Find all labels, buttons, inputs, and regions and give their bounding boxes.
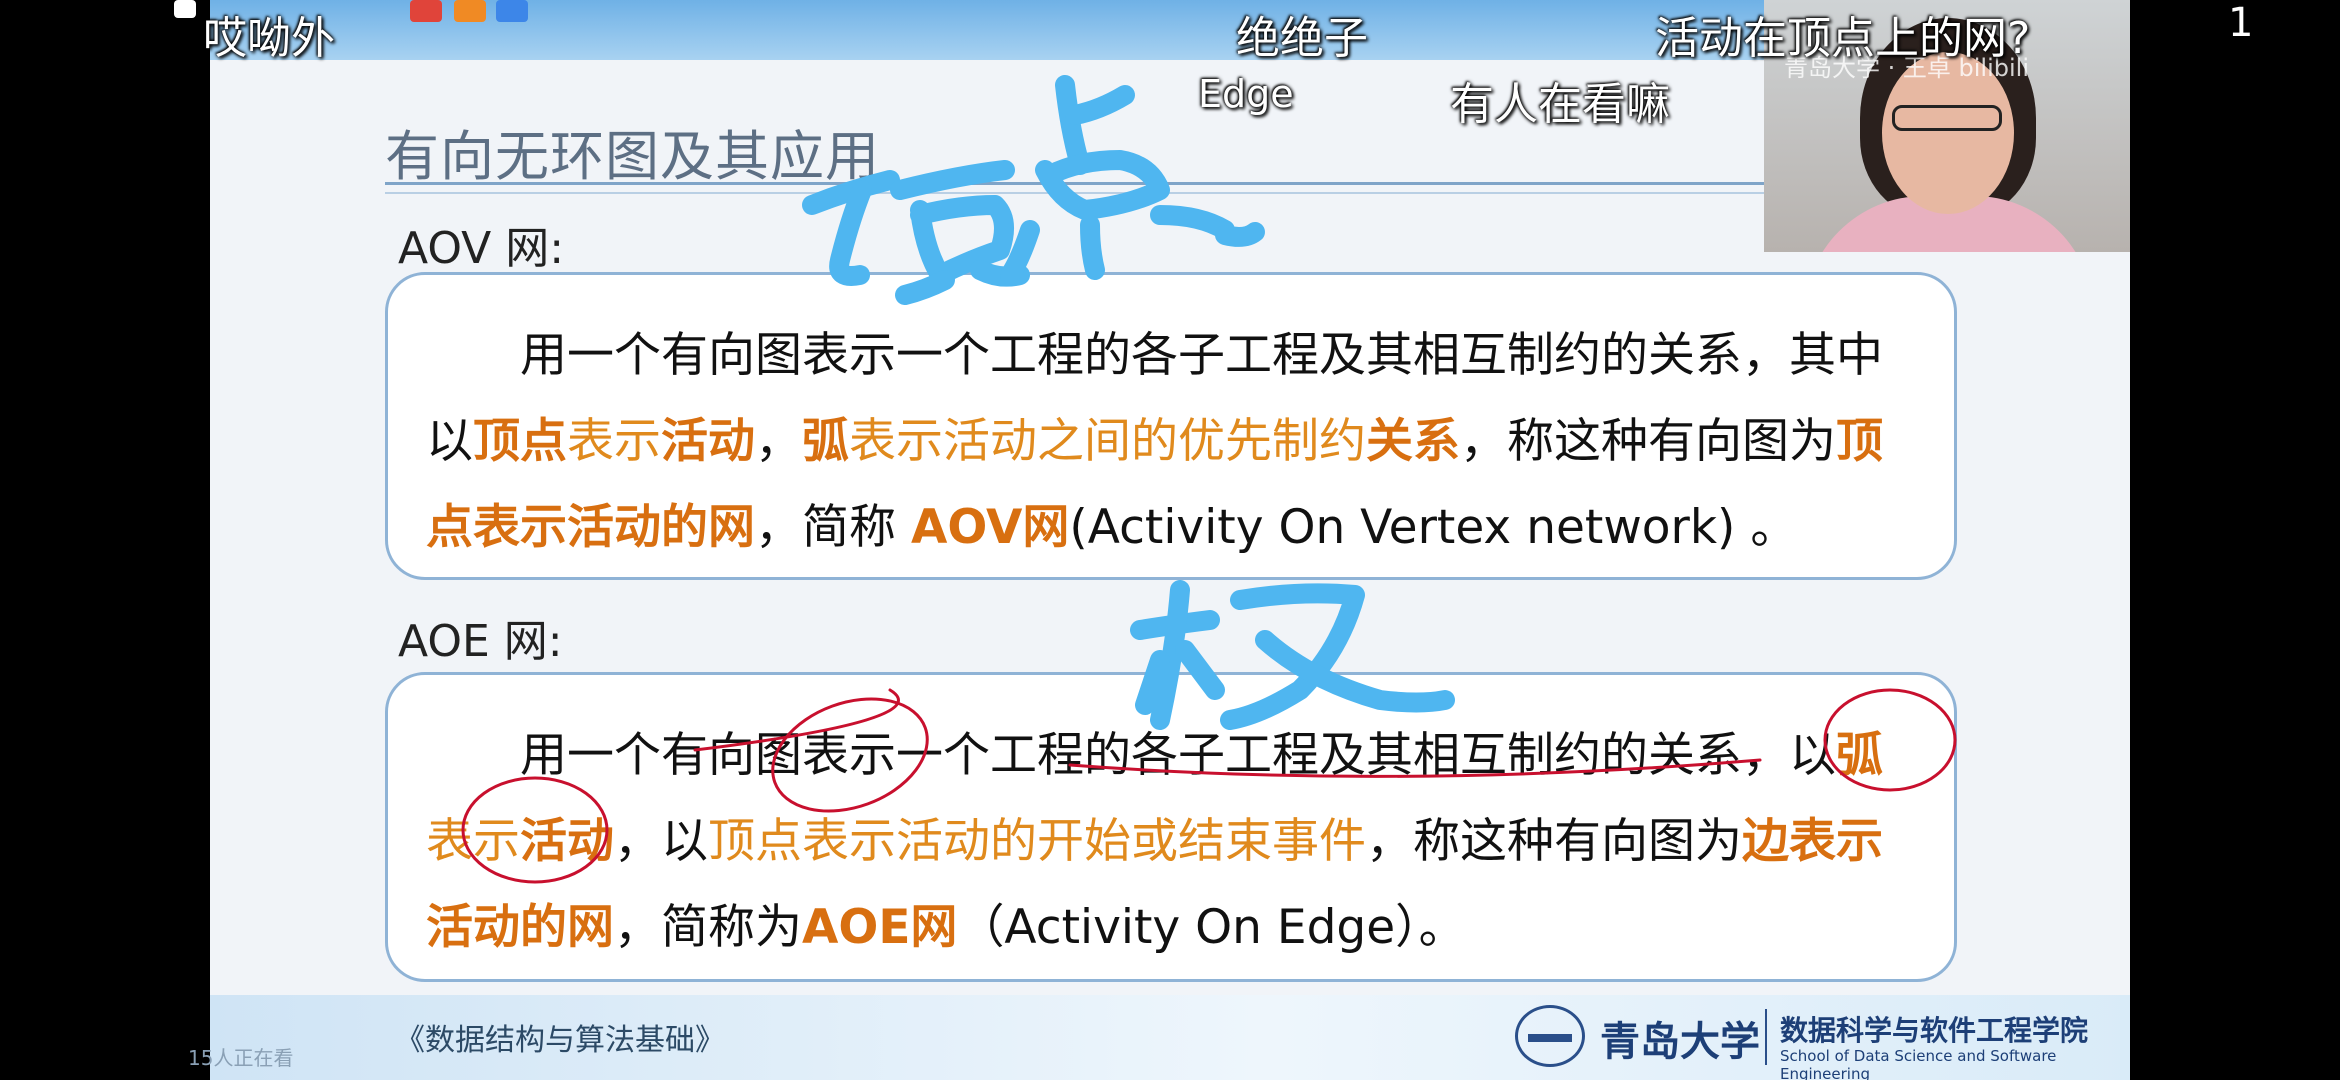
app-icon-video (454, 0, 486, 22)
viewers-count: 15人正在看 (188, 1046, 294, 1070)
aov-line-1: 用一个有向图表示一个工程的各子工程及其相互制约的关系，其中 (426, 313, 1916, 399)
aov-text-1: 用一个有向图表示一个工程的各子工程及其相互制约的关系，其中 (520, 328, 1883, 383)
aov-text-2c: 表示 (567, 414, 661, 469)
aoe-text-2e: ，称这种有向图为 (1366, 814, 1742, 869)
aov-text-2e: ， (755, 414, 802, 469)
aoe-term-activity: 活动 (520, 814, 614, 869)
aov-text-3b: ，简称 (755, 500, 911, 555)
aov-text-2g: 表示活动之间的优先制约 (849, 414, 1366, 469)
danmaku-top-left: 哎呦外 (203, 13, 335, 64)
aoe-line-1: 用一个有向图表示一个工程的各子工程及其相互制约的关系，以弧 (426, 713, 1916, 799)
aoe-text-2d: 顶点表示活动的开始或结束事件 (708, 814, 1366, 869)
hd-icon (174, 0, 196, 18)
school-name: 数据科学与软件工程学院 (1780, 1014, 2089, 1047)
aov-term-network: 点表示活动的网 (426, 500, 755, 555)
aov-label: AOV 网: (398, 223, 565, 274)
title-rule-thin (385, 192, 1985, 194)
aoe-term-edge: 边表示 (1742, 814, 1883, 869)
university-logo-icon (1515, 1005, 1585, 1067)
course-title: 《数据结构与算法基础》 (395, 1023, 725, 1058)
aov-term-arc: 弧 (802, 414, 849, 469)
slide-footer: 《数据结构与算法基础》 青岛大学 数据科学与软件工程学院 School of D… (210, 995, 2130, 1080)
aoe-label: AOE 网: (398, 616, 563, 667)
aoe-text-3d: （Activity On Edge）。 (957, 900, 1466, 955)
aov-line-3: 点表示活动的网，简称 AOV网(Activity On Vertex netwo… (426, 485, 1916, 571)
aov-term-abbr: AOV网 (910, 500, 1070, 555)
aov-text-2a: 以 (426, 414, 473, 469)
aov-line-2: 以顶点表示活动，弧表示活动之间的优先制约关系，称这种有向图为顶 (426, 399, 1916, 485)
aoe-term-arc: 弧 (1836, 728, 1883, 783)
aoe-text-2c: ，以 (614, 814, 708, 869)
aov-text-3d: (Activity On Vertex network) 。 (1069, 500, 1798, 555)
aov-text-2i: ，称这种有向图为 (1460, 414, 1836, 469)
school-name-en: School of Data Science and Software Engi… (1780, 1047, 2057, 1080)
danmaku-top-center: 绝绝子 (1236, 13, 1368, 64)
aov-definition-box: 用一个有向图表示一个工程的各子工程及其相互制约的关系，其中 以顶点表示活动，弧表… (385, 272, 1957, 580)
aoe-text-1a: 用一个有向图表示一个工程的各子工程及其相互制约的关系， (520, 728, 1789, 783)
aov-term-activity: 活动 (661, 414, 755, 469)
title-rule (385, 182, 1985, 185)
slide-title: 有向无环图及其应用 (385, 125, 880, 188)
danmaku-top-right: 活动在顶点上的网? (1655, 13, 2031, 64)
footer-divider (1765, 1009, 1767, 1065)
aoe-term-network: 活动的网 (426, 900, 614, 955)
university-name: 青岛大学 (1600, 1018, 1760, 1065)
aov-term-ding: 顶 (1836, 414, 1883, 469)
aov-term-relation: 关系 (1366, 414, 1460, 469)
aov-term-vertex: 顶点 (473, 414, 567, 469)
danmaku-watching: 有人在看嘛 (1450, 79, 1670, 130)
aoe-text-3b: ，简称为 (614, 900, 802, 955)
aoe-line-2: 表示活动，以顶点表示活动的开始或结束事件，称这种有向图为边表示 (426, 799, 1916, 885)
app-icon-huawei (410, 0, 442, 22)
app-icon-bulb (496, 0, 528, 22)
aoe-text-2a: 表示 (426, 814, 520, 869)
aoe-term-abbr: AOE网 (802, 900, 958, 955)
slide: 有向无环图及其应用 AOV 网: 用一个有向图表示一个工程的各子工程及其相互制约… (210, 0, 2130, 1080)
aoe-definition-box: 用一个有向图表示一个工程的各子工程及其相互制约的关系，以弧 表示活动，以顶点表示… (385, 672, 1957, 982)
page-number: 1 (2228, 0, 2254, 46)
danmaku-edge: Edge (1198, 72, 1294, 116)
aoe-text-1b: 以 (1789, 728, 1836, 783)
lecturer-glasses (1892, 105, 2002, 131)
aoe-line-3: 活动的网，简称为AOE网（Activity On Edge）。 (426, 885, 1916, 971)
